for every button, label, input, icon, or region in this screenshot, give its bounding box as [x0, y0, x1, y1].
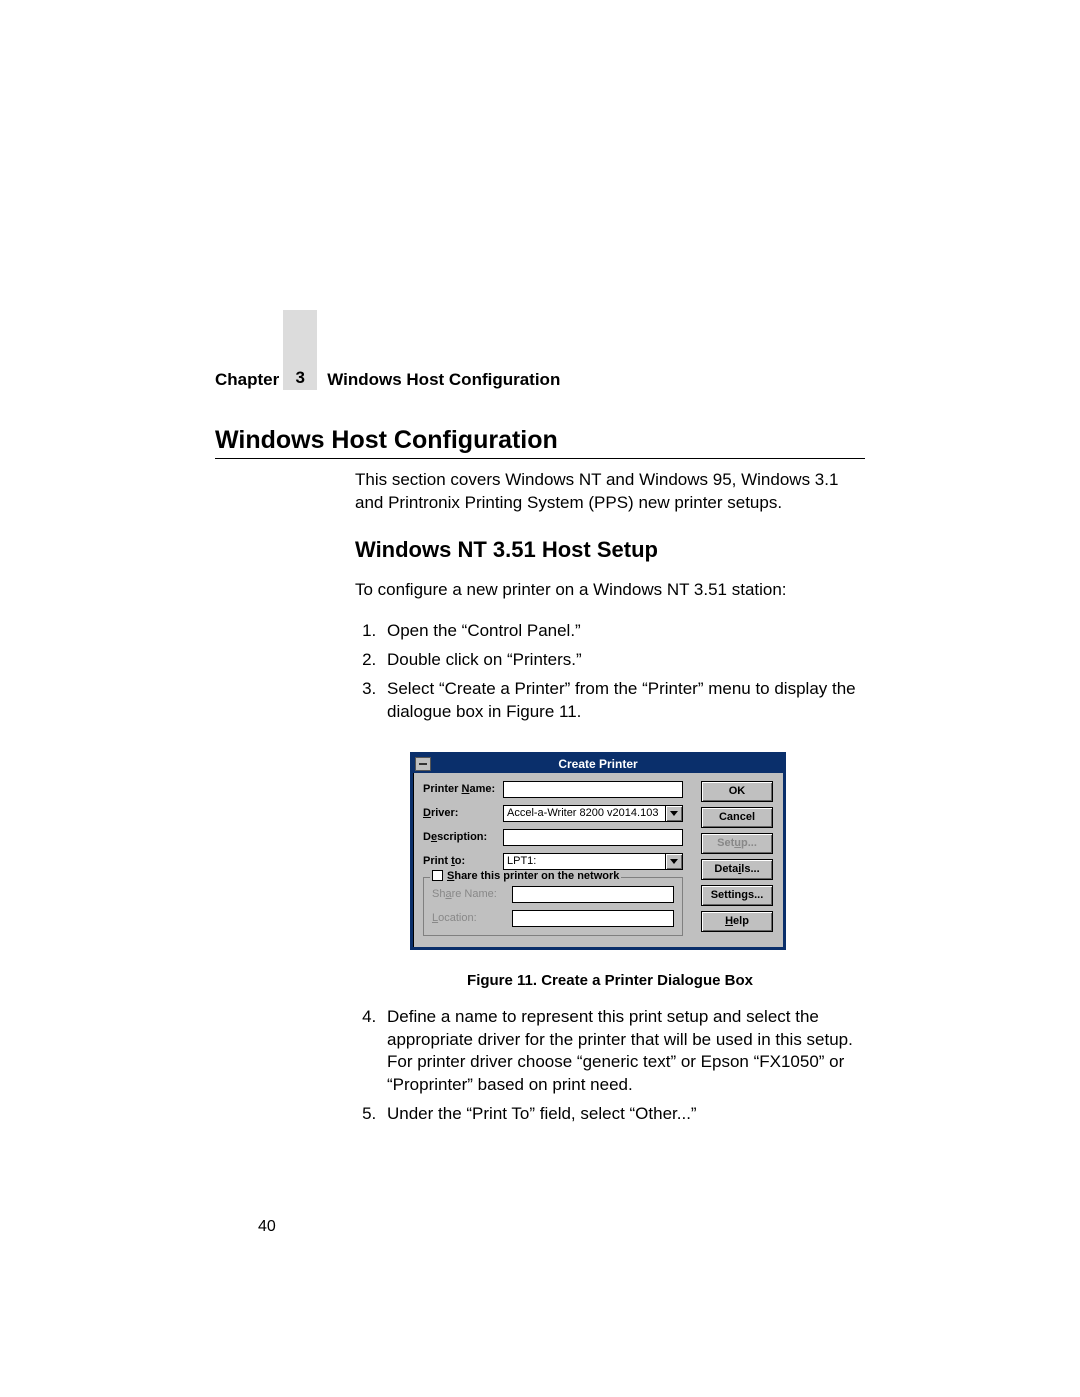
details-button[interactable]: Details...	[701, 859, 773, 880]
steps-list-second: Define a name to represent this print se…	[355, 1006, 865, 1127]
dialog-body: Printer Name: Driver: Description:	[413, 773, 783, 947]
ok-button[interactable]: OK	[701, 781, 773, 802]
chapter-label: Chapter	[215, 370, 279, 390]
label-print-to: Print to:	[423, 855, 503, 867]
share-checkbox[interactable]	[432, 870, 443, 881]
row-printer-name: Printer Name:	[423, 781, 683, 798]
step-item: Double click on “Printers.”	[381, 649, 865, 672]
settings-button[interactable]: Settings...	[701, 885, 773, 906]
page-content: Chapter 3 Windows Host Configuration Win…	[215, 310, 865, 1143]
step-item: Define a name to represent this print se…	[381, 1006, 865, 1098]
dropdown-icon[interactable]	[666, 853, 683, 870]
chapter-number-box: 3	[283, 310, 317, 390]
dialog-title-text: Create Printer	[558, 757, 637, 771]
printer-name-input[interactable]	[503, 781, 683, 798]
row-description: Description:	[423, 829, 683, 846]
subsection-title: Windows NT 3.51 Host Setup	[355, 537, 865, 563]
dropdown-icon[interactable]	[666, 805, 683, 822]
create-printer-dialog: Create Printer Printer Name: Driver:	[410, 752, 786, 950]
label-printer-name: Printer Name:	[423, 783, 503, 795]
page-number: 40	[258, 1218, 276, 1236]
section-title: Windows Host Configuration	[215, 426, 865, 459]
label-driver: Driver:	[423, 807, 503, 819]
chapter-title: Windows Host Configuration	[327, 370, 560, 390]
location-input	[512, 910, 674, 927]
share-fieldset: Share this printer on the network Share …	[423, 877, 683, 936]
step-item: Select “Create a Printer” from the “Prin…	[381, 678, 865, 724]
steps-list-first: Open the “Control Panel.” Double click o…	[355, 620, 865, 724]
setup-button[interactable]: Setup...	[701, 833, 773, 854]
dialog-form-area: Printer Name: Driver: Description:	[423, 781, 683, 936]
print-to-combo-text[interactable]	[503, 853, 666, 870]
row-location: Location:	[432, 910, 674, 927]
driver-combo[interactable]	[503, 805, 683, 822]
figure-caption: Figure 11. Create a Printer Dialogue Box	[355, 972, 865, 989]
step-item: Open the “Control Panel.”	[381, 620, 865, 643]
dialog-titlebar: Create Printer	[413, 755, 783, 773]
cancel-button[interactable]: Cancel	[701, 807, 773, 828]
row-share-name: Share Name:	[432, 886, 674, 903]
step-item: Under the “Print To” field, select “Othe…	[381, 1103, 865, 1126]
description-input[interactable]	[503, 829, 683, 846]
row-print-to: Print to:	[423, 853, 683, 870]
chapter-number: 3	[296, 368, 305, 388]
chapter-header: Chapter 3 Windows Host Configuration	[215, 310, 865, 390]
driver-combo-text[interactable]	[503, 805, 666, 822]
row-driver: Driver:	[423, 805, 683, 822]
help-button[interactable]: Help	[701, 911, 773, 932]
label-description: Description:	[423, 831, 503, 843]
label-share-name: Share Name:	[432, 888, 512, 900]
figure-wrap: Create Printer Printer Name: Driver:	[410, 752, 865, 950]
section-intro: This section covers Windows NT and Windo…	[355, 469, 865, 515]
dialog-button-column: OK Cancel Setup... Details... Settings..…	[701, 781, 773, 937]
share-legend: Share this printer on the network	[430, 870, 621, 882]
subsection-lead: To configure a new printer on a Windows …	[355, 579, 865, 602]
print-to-combo[interactable]	[503, 853, 683, 870]
share-name-input	[512, 886, 674, 903]
system-menu-icon[interactable]	[415, 757, 431, 771]
label-location: Location:	[432, 912, 512, 924]
